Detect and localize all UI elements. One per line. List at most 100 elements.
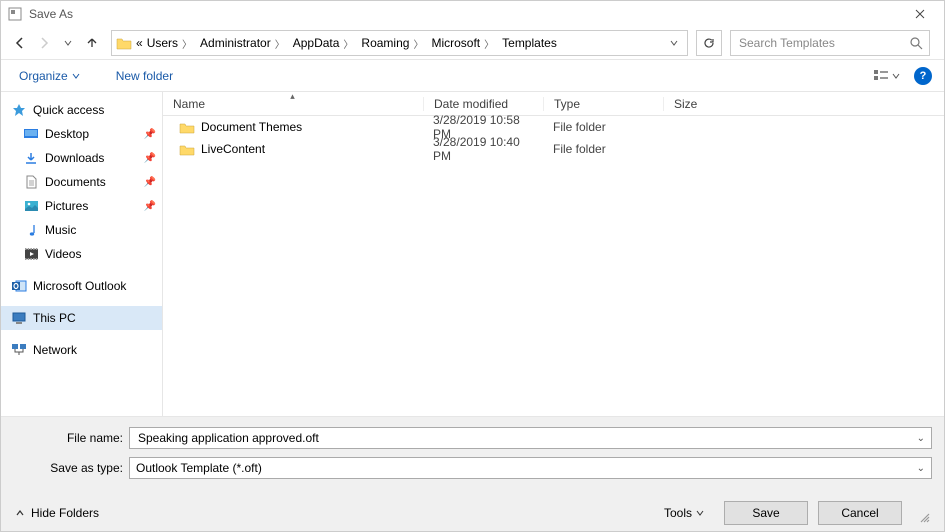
file-date: 3/28/2019 10:40 PM [423, 135, 543, 163]
file-type: File folder [543, 120, 663, 134]
pin-icon: 📌 [144, 201, 156, 212]
chevron-down-icon[interactable]: ⌄ [917, 433, 925, 444]
sidebar-item-music[interactable]: Music [1, 218, 162, 242]
music-icon [23, 222, 39, 238]
sidebar-item-label: Music [45, 223, 76, 237]
sidebar-item-label: Videos [45, 247, 81, 261]
chevron-down-icon[interactable]: ⌄ [917, 463, 925, 474]
breadcrumb-item[interactable]: Microsoft〉 [429, 36, 500, 51]
command-bar: Organize New folder ? [1, 59, 944, 92]
save-button[interactable]: Save [724, 501, 808, 525]
file-rows: Document Themes 3/28/2019 10:58 PM File … [163, 116, 944, 416]
navigation-bar: « Users〉 Administrator〉 AppData〉 Roaming… [1, 27, 944, 59]
navigation-tree: Quick access Desktop 📌 Downloads 📌 Docum… [1, 92, 163, 416]
organize-menu[interactable]: Organize [13, 65, 86, 87]
new-folder-button[interactable]: New folder [110, 65, 179, 87]
close-button[interactable] [902, 1, 938, 27]
file-name: LiveContent [201, 142, 265, 156]
refresh-button[interactable] [696, 30, 722, 56]
chevron-right-icon: 〉 [480, 36, 498, 51]
chevron-down-icon [72, 72, 80, 80]
column-header-date[interactable]: Date modified [423, 97, 543, 111]
column-header-size[interactable]: Size [663, 97, 743, 111]
sidebar-item-videos[interactable]: Videos [1, 242, 162, 266]
sidebar-item-pictures[interactable]: Pictures 📌 [1, 194, 162, 218]
desktop-icon [23, 126, 39, 142]
pictures-icon [23, 198, 39, 214]
breadcrumb-item[interactable]: AppData〉 [291, 36, 360, 51]
chevron-up-icon [15, 508, 25, 518]
main-area: Quick access Desktop 📌 Downloads 📌 Docum… [1, 92, 944, 417]
resize-grip[interactable] [918, 511, 932, 525]
window-title: Save As [29, 7, 73, 21]
title-bar: Save As [1, 1, 944, 27]
cancel-button[interactable]: Cancel [818, 501, 902, 525]
sidebar-item-label: Pictures [45, 199, 88, 213]
sidebar-item-label: Microsoft Outlook [33, 279, 126, 293]
search-input[interactable] [737, 35, 910, 51]
videos-icon [23, 246, 39, 262]
pin-icon: 📌 [144, 177, 156, 188]
address-bar[interactable]: « Users〉 Administrator〉 AppData〉 Roaming… [111, 30, 688, 56]
breadcrumb-item[interactable]: Templates [500, 36, 559, 50]
sidebar-item-label: Network [33, 343, 77, 357]
computer-icon [11, 310, 27, 326]
filename-input[interactable] [136, 430, 917, 446]
document-icon [23, 174, 39, 190]
column-header-name[interactable]: Name [163, 97, 423, 111]
breadcrumb-item[interactable]: Administrator〉 [198, 36, 291, 51]
file-name: Document Themes [201, 120, 302, 134]
column-headers: Name Date modified Type Size [163, 92, 944, 116]
hide-folders-button[interactable]: Hide Folders [13, 502, 101, 524]
sidebar-item-documents[interactable]: Documents 📌 [1, 170, 162, 194]
savetype-value: Outlook Template (*.oft) [136, 461, 917, 475]
folder-icon [114, 36, 134, 50]
folder-icon [179, 119, 195, 135]
sidebar-item-label: This PC [33, 311, 76, 325]
sidebar-item-quick-access[interactable]: Quick access [1, 98, 162, 122]
tools-menu[interactable]: Tools [664, 506, 714, 520]
file-row[interactable]: LiveContent 3/28/2019 10:40 PM File fold… [163, 138, 944, 160]
folder-icon [179, 141, 195, 157]
sidebar-item-this-pc[interactable]: This PC [1, 306, 162, 330]
download-icon [23, 150, 39, 166]
sidebar-item-label: Documents [45, 175, 106, 189]
sidebar-item-label: Quick access [33, 103, 104, 117]
chevron-right-icon: 〉 [178, 36, 196, 51]
outlook-icon [11, 278, 27, 294]
chevron-right-icon: 〉 [271, 36, 289, 51]
sidebar-item-downloads[interactable]: Downloads 📌 [1, 146, 162, 170]
app-icon [7, 6, 23, 22]
file-type: File folder [543, 142, 663, 156]
sidebar-item-outlook[interactable]: Microsoft Outlook [1, 274, 162, 298]
address-dropdown[interactable] [663, 32, 685, 54]
pin-icon: 📌 [144, 129, 156, 140]
file-list-pane: Name Date modified Type Size Document Th… [163, 92, 944, 416]
help-button[interactable]: ? [914, 67, 932, 85]
forward-button[interactable] [33, 32, 55, 54]
search-icon [910, 37, 923, 50]
search-box[interactable] [730, 30, 930, 56]
file-row[interactable]: Document Themes 3/28/2019 10:58 PM File … [163, 116, 944, 138]
breadcrumb-prefix: « [136, 36, 143, 50]
breadcrumb-item[interactable]: Roaming〉 [359, 36, 429, 51]
breadcrumb-item[interactable]: Users〉 [145, 36, 198, 51]
breadcrumb: « Users〉 Administrator〉 AppData〉 Roaming… [134, 36, 663, 51]
sidebar-item-label: Downloads [45, 151, 104, 165]
filename-field[interactable]: ⌄ [129, 427, 932, 449]
savetype-label: Save as type: [13, 461, 129, 475]
savetype-field[interactable]: Outlook Template (*.oft) ⌄ [129, 457, 932, 479]
view-options-button[interactable] [869, 65, 904, 87]
up-button[interactable] [81, 32, 103, 54]
chevron-right-icon: 〉 [409, 36, 427, 51]
filename-label: File name: [13, 431, 129, 445]
network-icon [11, 342, 27, 358]
column-header-type[interactable]: Type [543, 97, 663, 111]
back-button[interactable] [9, 32, 31, 54]
sidebar-item-network[interactable]: Network [1, 338, 162, 362]
chevron-down-icon [696, 509, 704, 517]
recent-dropdown[interactable] [57, 32, 79, 54]
sidebar-item-label: Desktop [45, 127, 89, 141]
pin-icon: 📌 [144, 153, 156, 164]
sidebar-item-desktop[interactable]: Desktop 📌 [1, 122, 162, 146]
